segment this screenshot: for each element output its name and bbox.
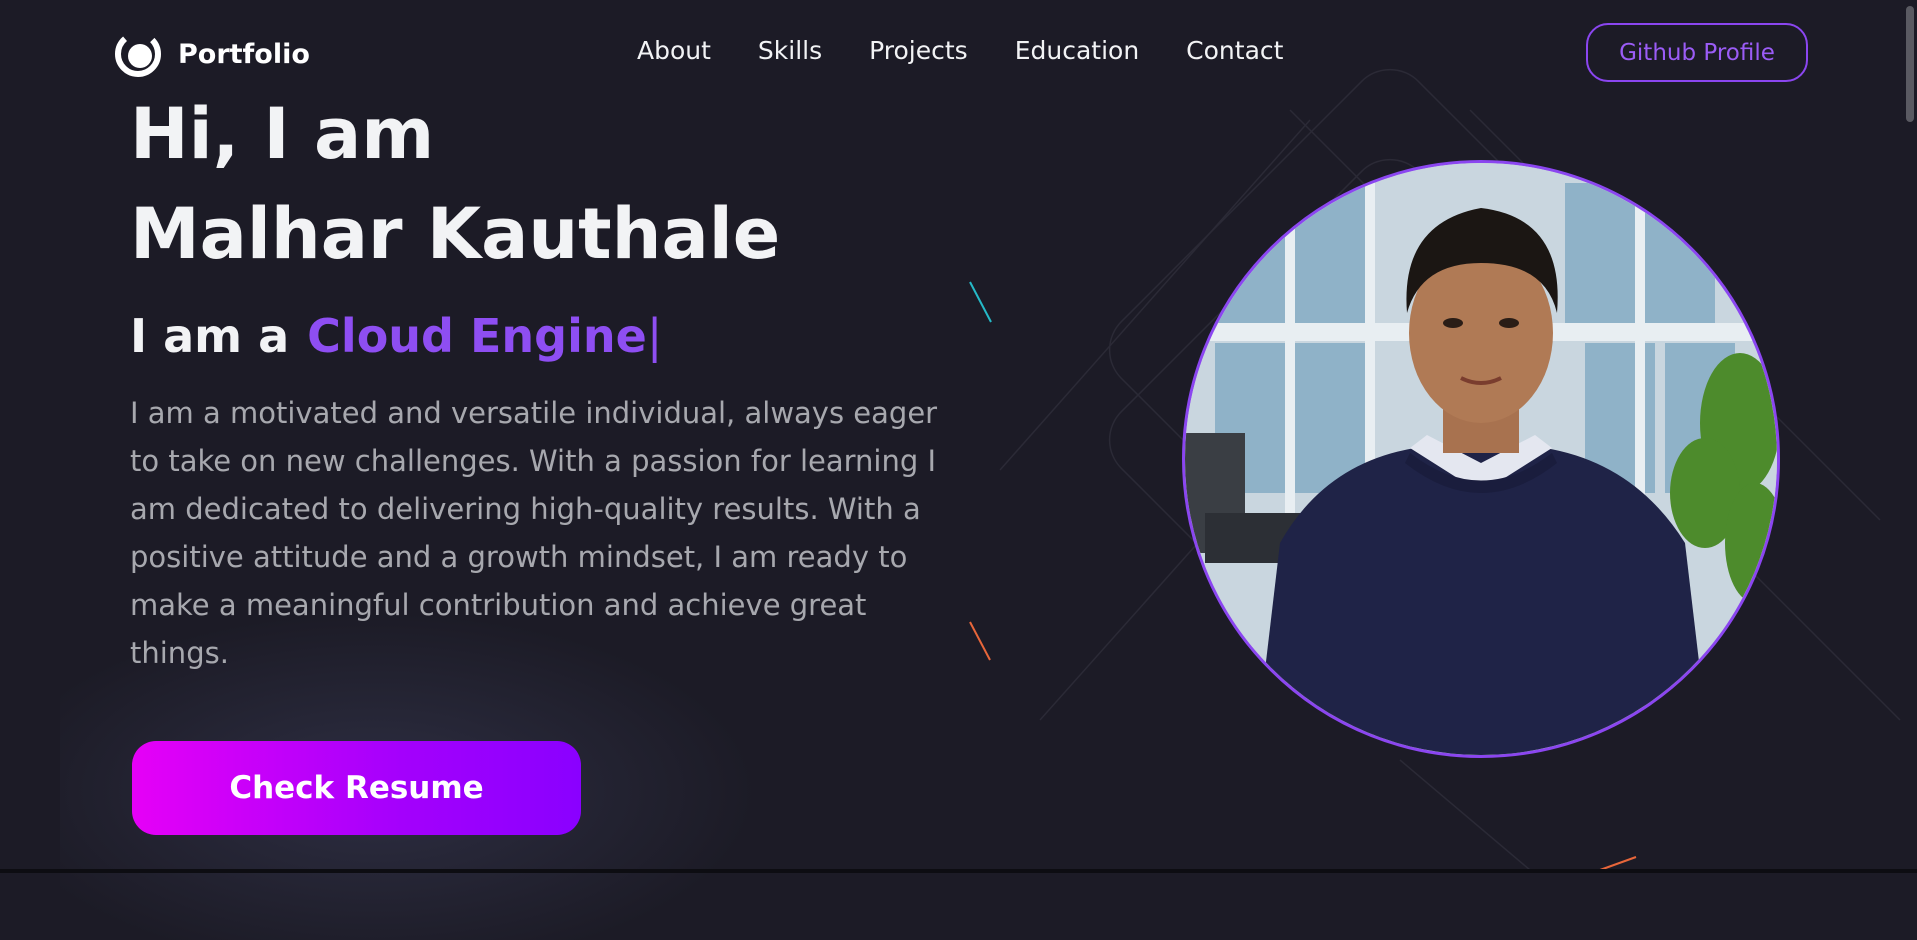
profile-photo (1182, 160, 1780, 758)
role-typed-text: Cloud Engine (307, 309, 647, 363)
hero-name: Malhar Kauthale (130, 193, 781, 275)
nav-link-about[interactable]: About (637, 36, 711, 65)
top-navigation: Portfolio About Skills Projects Educatio… (0, 0, 1917, 108)
hero-greeting: Hi, I am (130, 93, 435, 175)
nav-links: About Skills Projects Education Contact (637, 36, 1283, 65)
brand[interactable]: Portfolio (112, 28, 310, 80)
check-resume-button[interactable]: Check Resume (132, 741, 581, 835)
page-scrollbar[interactable] (1903, 0, 1917, 873)
portfolio-logo-icon (115, 31, 161, 77)
nav-link-education[interactable]: Education (1015, 36, 1139, 65)
scrollbar-thumb[interactable] (1906, 6, 1914, 122)
nav-link-skills[interactable]: Skills (758, 36, 822, 65)
github-profile-button[interactable]: Github Profile (1586, 23, 1808, 82)
role-prefix: I am a (130, 309, 290, 363)
nav-link-projects[interactable]: Projects (869, 36, 968, 65)
bottom-edge (0, 869, 1917, 873)
bio-paragraph: I am a motivated and versatile individua… (130, 396, 938, 670)
typing-cursor: | (646, 309, 663, 363)
role-line: I am a Cloud Engine | (130, 306, 662, 366)
profile-portrait-illustration (1185, 163, 1777, 755)
nav-link-contact[interactable]: Contact (1186, 36, 1283, 65)
brand-name: Portfolio (178, 38, 310, 70)
